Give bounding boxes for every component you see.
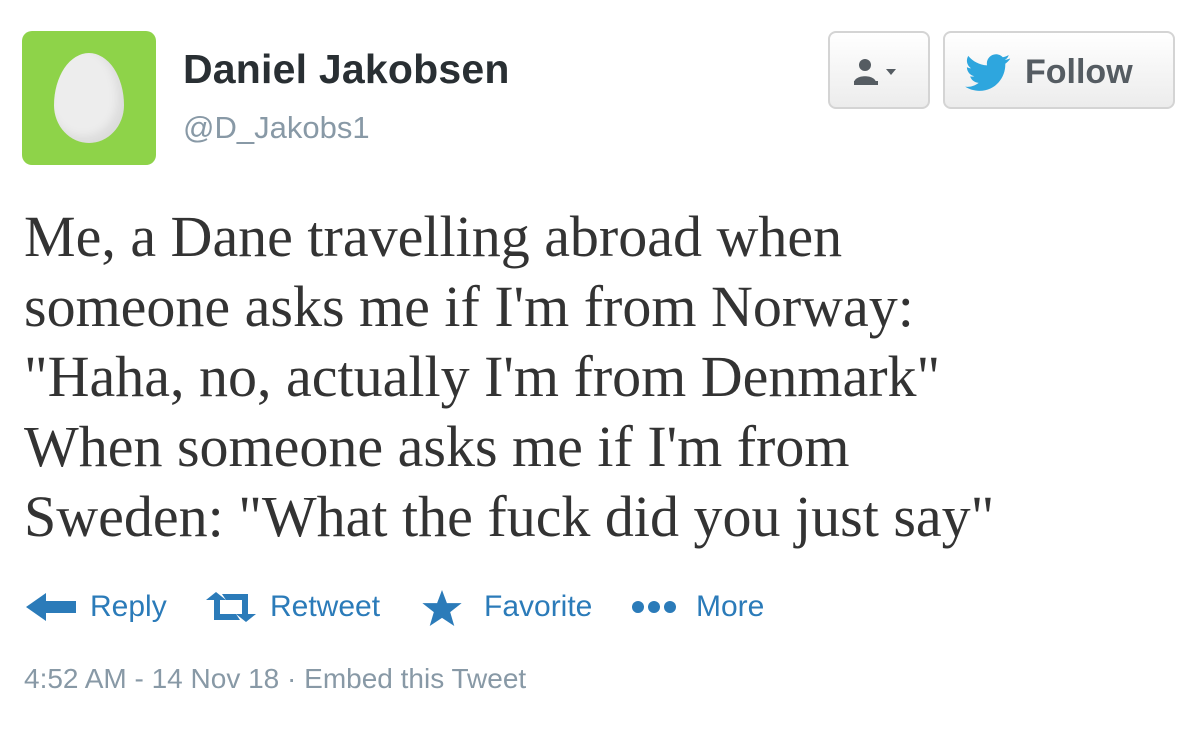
tweet-text-line: When someone asks me if I'm from xyxy=(24,414,850,479)
reply-arrow-icon xyxy=(26,593,76,621)
more-label: More xyxy=(696,590,765,623)
retweet-label: Retweet xyxy=(270,590,381,623)
retweet-button[interactable]: Retweet xyxy=(202,586,392,630)
tweet-text-line: Me, a Dane travelling abroad when xyxy=(24,204,843,269)
tweet-card: Daniel Jakobsen @D_Jakobs1 Follow Me, a … xyxy=(0,0,1200,740)
user-actions-dropdown-button[interactable] xyxy=(828,31,930,109)
follow-button-label: Follow xyxy=(1025,53,1133,91)
twitter-bird-icon xyxy=(965,54,1011,91)
tweet-meta: 4:52 AM - 14 Nov 18 · Embed this Tweet xyxy=(24,663,526,695)
reply-button[interactable]: Reply xyxy=(24,586,174,630)
more-dots-icon xyxy=(632,601,676,613)
avatar[interactable] xyxy=(22,31,156,165)
person-dropdown-icon xyxy=(854,59,896,85)
retweet-icon xyxy=(206,592,256,622)
favorite-label: Favorite xyxy=(484,590,593,623)
tweet-text-line: Sweden: "What the fuck did you just say" xyxy=(24,484,995,549)
star-icon xyxy=(422,590,462,626)
favorite-button[interactable]: Favorite xyxy=(422,586,602,630)
tweet-text-line: "Haha, no, actually I'm from Denmark" xyxy=(24,344,941,409)
user-handle[interactable]: @D_Jakobs1 xyxy=(183,110,370,146)
reply-label: Reply xyxy=(90,590,167,623)
meta-separator: · xyxy=(279,663,305,694)
user-display-name[interactable]: Daniel Jakobsen xyxy=(183,46,510,93)
tweet-text-line: someone asks me if I'm from Norway: xyxy=(24,274,914,339)
tweet-timestamp[interactable]: 4:52 AM - 14 Nov 18 xyxy=(24,663,279,694)
tweet-text: Me, a Dane travelling abroad when someon… xyxy=(24,202,1174,552)
egg-avatar-icon xyxy=(54,53,124,143)
more-button[interactable]: More xyxy=(628,586,778,630)
follow-button[interactable]: Follow xyxy=(943,31,1175,109)
embed-tweet-link[interactable]: Embed this Tweet xyxy=(304,663,526,694)
